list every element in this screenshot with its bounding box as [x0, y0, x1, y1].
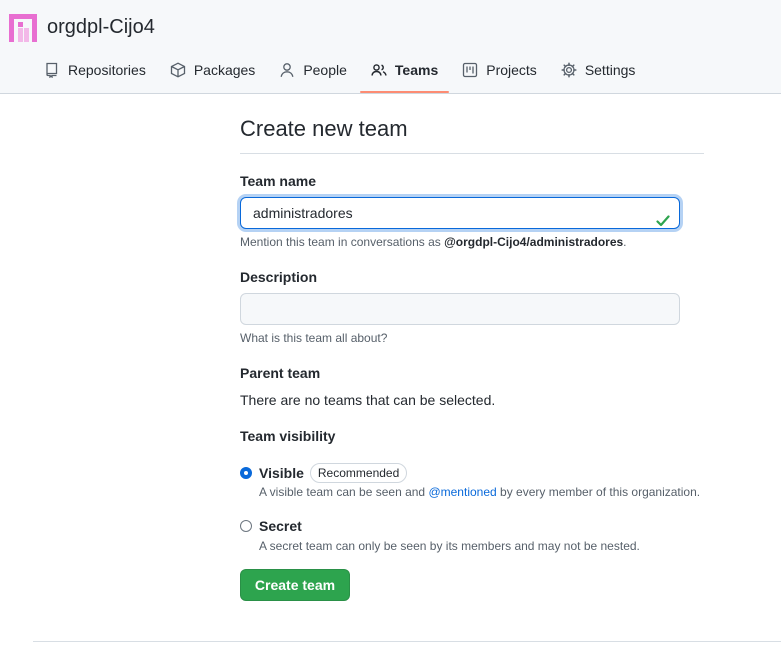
title-divider: [240, 153, 704, 154]
org-nav: Repositories Packages People Teams Proje…: [33, 48, 648, 93]
tab-repositories[interactable]: Repositories: [33, 48, 157, 92]
tab-people-label: People: [303, 62, 347, 78]
team-visibility-label: Team visibility: [240, 428, 336, 444]
team-name-label: Team name: [240, 173, 316, 189]
tab-packages-label: Packages: [193, 62, 256, 78]
footer-divider: [33, 641, 781, 642]
create-team-button[interactable]: Create team: [240, 569, 350, 601]
secret-label[interactable]: Secret: [259, 518, 302, 534]
tab-teams-label: Teams: [394, 62, 439, 78]
description-input[interactable]: [240, 293, 680, 325]
visible-desc-prefix: A visible team can be seen and: [259, 485, 429, 499]
secret-description: A secret team can only be seen by its me…: [259, 539, 640, 553]
description-help: What is this team all about?: [240, 331, 388, 345]
visibility-visible-option[interactable]: Visible Recommended: [240, 463, 408, 483]
team-name-help-suffix: .: [623, 235, 627, 249]
description-label: Description: [240, 269, 318, 285]
person-icon: [280, 63, 294, 77]
org-name[interactable]: orgdpl-Cijo4: [47, 16, 155, 39]
org-avatar[interactable]: [9, 14, 37, 42]
team-name-help-prefix: Mention this team in conversations as: [240, 235, 445, 249]
org-header: orgdpl-Cijo4 Repositories Packages Peopl…: [0, 0, 781, 94]
tab-projects[interactable]: Projects: [451, 48, 548, 92]
tab-packages[interactable]: Packages: [159, 48, 266, 92]
page-title: Create new team: [240, 116, 408, 141]
recommended-badge: Recommended: [309, 463, 408, 483]
visible-radio[interactable]: [240, 467, 252, 479]
gear-icon: [561, 62, 577, 78]
project-icon: [463, 62, 478, 78]
team-name-help: Mention this team in conversations as @o…: [240, 235, 627, 249]
team-mention: @orgdpl-Cijo4/administradores: [444, 235, 624, 249]
parent-team-label: Parent team: [240, 365, 321, 381]
tab-settings-label: Settings: [584, 62, 636, 78]
repo-icon: [46, 62, 58, 78]
tab-settings[interactable]: Settings: [550, 48, 647, 92]
team-name-input[interactable]: [240, 197, 680, 229]
tab-people[interactable]: People: [268, 48, 358, 92]
people-icon: [371, 64, 387, 76]
parent-team-empty-text: There are no teams that can be selected.: [240, 392, 496, 408]
visible-label[interactable]: Visible: [259, 465, 304, 481]
visible-desc-suffix: by every member of this organization.: [496, 485, 701, 499]
secret-radio[interactable]: [240, 520, 252, 532]
visible-description: A visible team can be seen and @mentione…: [259, 485, 700, 499]
visibility-secret-option[interactable]: Secret: [240, 518, 302, 534]
mention-link[interactable]: @mentioned: [428, 485, 496, 499]
tab-projects-label: Projects: [486, 62, 537, 78]
check-icon: [656, 215, 670, 227]
package-icon: [170, 62, 185, 78]
tab-repositories-label: Repositories: [68, 62, 146, 78]
tab-teams[interactable]: Teams: [359, 48, 450, 93]
